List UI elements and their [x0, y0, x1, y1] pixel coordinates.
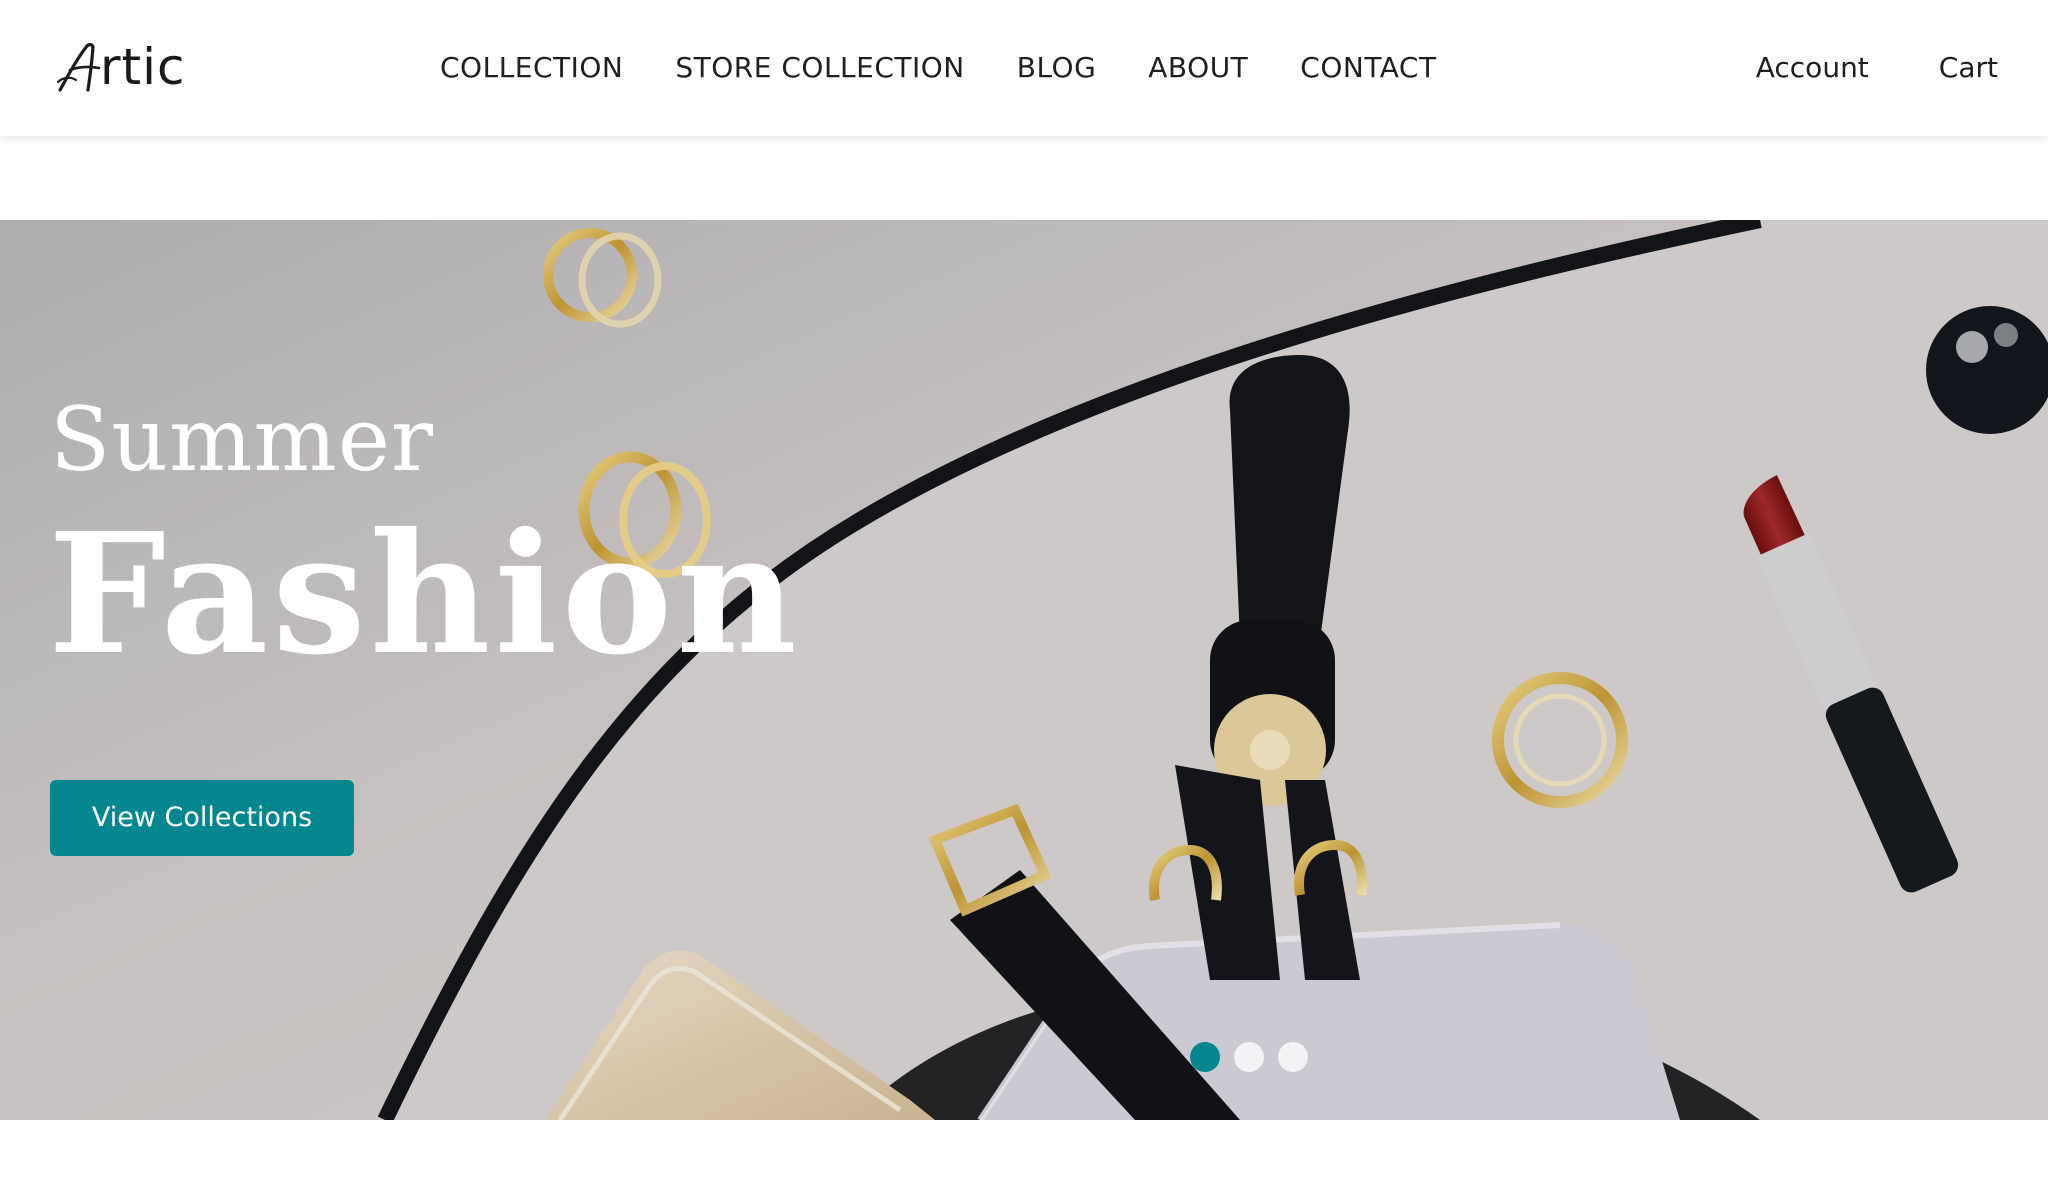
site-header: rtic COLLECTION STORE COLLECTION BLOG AB…: [0, 0, 2048, 136]
hero-title-small: Summer: [50, 388, 434, 491]
logo-text: rtic: [100, 38, 186, 96]
hero-title-large: Fashion: [48, 497, 801, 692]
carousel-dot-1[interactable]: [1190, 1042, 1220, 1072]
account-link[interactable]: Account: [1756, 44, 1869, 92]
view-collections-button[interactable]: View Collections: [50, 780, 354, 856]
site-logo[interactable]: rtic: [52, 36, 186, 98]
nav-item-about[interactable]: ABOUT: [1148, 44, 1248, 92]
user-links: Account Cart: [1756, 44, 1998, 92]
cart-link[interactable]: Cart: [1939, 44, 1998, 92]
hero-slider: Summer Fashion View Collections: [0, 220, 2048, 1120]
carousel-dot-3[interactable]: [1278, 1042, 1308, 1072]
carousel-dots: [1190, 1042, 1308, 1072]
nav-item-blog[interactable]: BLOG: [1017, 44, 1097, 92]
main-nav: COLLECTION STORE COLLECTION BLOG ABOUT C…: [440, 44, 1437, 92]
carousel-dot-2[interactable]: [1234, 1042, 1264, 1072]
nav-item-collection[interactable]: COLLECTION: [440, 44, 623, 92]
logo-script-a-icon: [56, 43, 101, 92]
nav-item-contact[interactable]: CONTACT: [1300, 44, 1436, 92]
nav-item-store-collection[interactable]: STORE COLLECTION: [675, 44, 964, 92]
